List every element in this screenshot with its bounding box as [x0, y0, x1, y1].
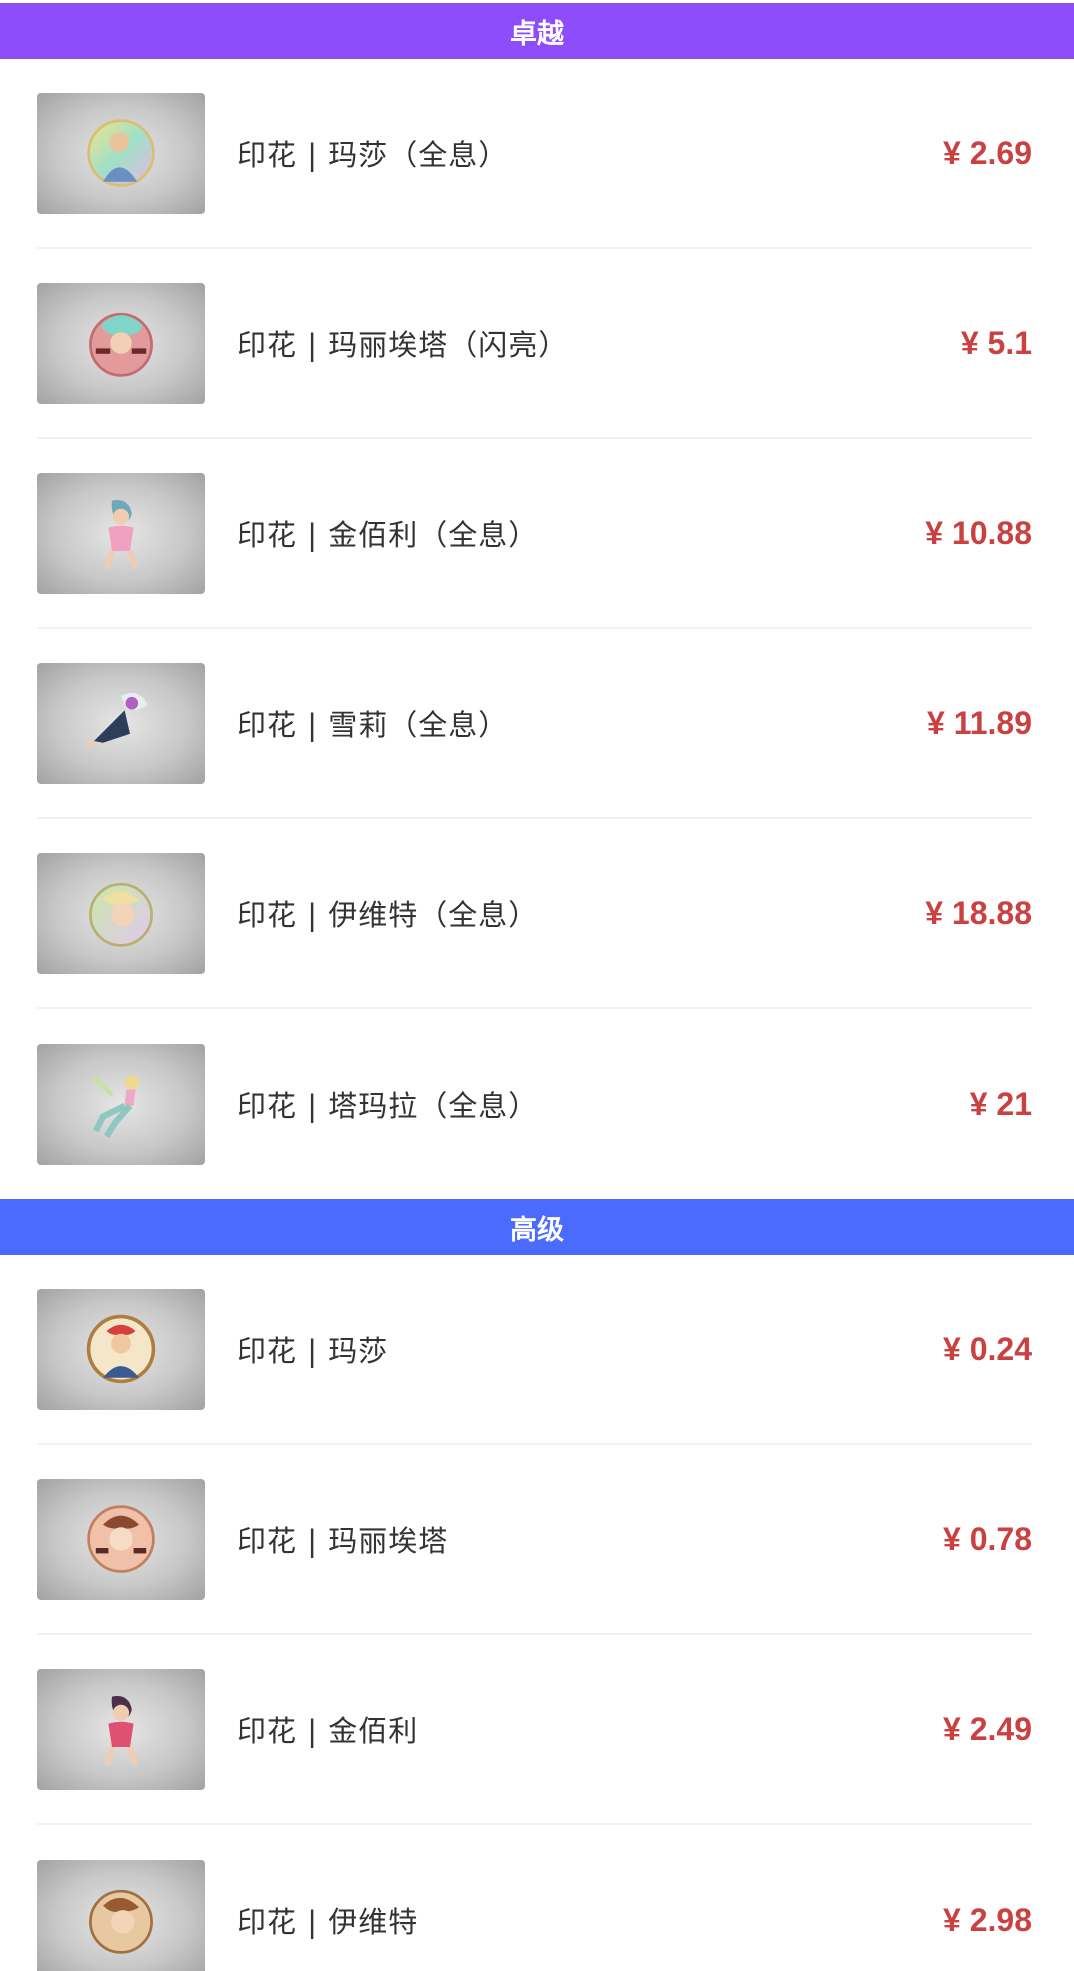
item-name: 印花 | 玛丽埃塔 [237, 1524, 449, 1558]
item-name: 印花 | 金佰利（全息） [237, 518, 539, 552]
section-title: 卓越 [510, 18, 564, 50]
sticker-holo-icon [104, 499, 138, 570]
sticker-price-list: 卓越 印花 | 玛莎（全息） ¥ 2.69 印花 | 玛丽埃塔（闪亮） ¥ 5.… [0, 0, 1074, 1971]
sticker-thumbnail [37, 92, 205, 214]
list-item[interactable]: 印花 | 玛莎（全息） ¥ 2.69 [37, 59, 1032, 249]
item-price: ¥ 18.88 [925, 894, 1032, 931]
section-list-exceptional: 印花 | 玛莎（全息） ¥ 2.69 印花 | 玛丽埃塔（闪亮） ¥ 5.1 印… [0, 59, 1074, 1199]
item-name: 印花 | 伊维特（全息） [237, 898, 539, 932]
sticker-thumbnail [37, 282, 205, 404]
sticker-icon [89, 1889, 153, 1954]
item-price: ¥ 21 [969, 1085, 1032, 1122]
item-name: 印花 | 伊维特 [237, 1905, 419, 1939]
item-name: 印花 | 玛丽埃塔（闪亮） [237, 328, 569, 362]
item-price: ¥ 2.49 [943, 1710, 1032, 1747]
section-list-high-grade: 印花 | 玛莎 ¥ 0.24 印花 | 玛丽埃塔 ¥ 0.78 印花 | 金佰利… [0, 1255, 1074, 1971]
item-price: ¥ 10.88 [925, 514, 1032, 551]
sticker-thumbnail [37, 472, 205, 594]
item-price: ¥ 11.89 [927, 704, 1032, 741]
list-item[interactable]: 印花 | 玛莎 ¥ 0.24 [37, 1255, 1032, 1445]
sticker-thumbnail [37, 1288, 205, 1410]
item-name: 印花 | 金佰利 [237, 1714, 419, 1748]
sticker-holo-icon [89, 882, 153, 947]
sticker-holo-icon [87, 119, 155, 187]
sticker-thumbnail [37, 1859, 205, 1971]
item-price: ¥ 0.24 [943, 1330, 1032, 1367]
item-name: 印花 | 塔玛拉（全息） [237, 1089, 539, 1123]
item-price: ¥ 2.98 [943, 1901, 1032, 1938]
section-header-exceptional: 卓越 [0, 3, 1074, 59]
item-price: ¥ 2.69 [943, 134, 1032, 171]
sticker-thumbnail [37, 1668, 205, 1790]
sticker-thumbnail [37, 1478, 205, 1600]
sticker-icon [87, 1505, 155, 1573]
sticker-holo-icon [92, 1075, 139, 1139]
list-item[interactable]: 印花 | 玛丽埃塔 ¥ 0.78 [37, 1445, 1032, 1635]
sticker-icon [86, 1314, 156, 1384]
list-item[interactable]: 印花 | 塔玛拉（全息） ¥ 21 [37, 1009, 1032, 1199]
list-item[interactable]: 印花 | 玛丽埃塔（闪亮） ¥ 5.1 [37, 249, 1032, 439]
sticker-holo-icon [85, 693, 148, 747]
list-item[interactable]: 印花 | 金佰利 ¥ 2.49 [37, 1635, 1032, 1825]
list-item[interactable]: 印花 | 伊维特 ¥ 2.98 [37, 1825, 1032, 1971]
list-item[interactable]: 印花 | 伊维特（全息） ¥ 18.88 [37, 819, 1032, 1009]
list-item[interactable]: 印花 | 雪莉（全息） ¥ 11.89 [37, 629, 1032, 819]
sticker-thumbnail [37, 662, 205, 784]
item-price: ¥ 5.1 [960, 324, 1032, 361]
sticker-icon [104, 1695, 138, 1766]
list-item[interactable]: 印花 | 金佰利（全息） ¥ 10.88 [37, 439, 1032, 629]
sticker-thumbnail [37, 1043, 205, 1165]
item-name: 印花 | 玛莎（全息） [237, 138, 509, 172]
sticker-thumbnail [37, 852, 205, 974]
item-name: 印花 | 玛莎 [237, 1334, 389, 1368]
section-header-high-grade: 高级 [0, 1199, 1074, 1255]
item-price: ¥ 0.78 [943, 1520, 1032, 1557]
item-name: 印花 | 雪莉（全息） [237, 708, 509, 742]
section-title: 高级 [510, 1214, 564, 1246]
sticker-foil-icon [89, 312, 153, 377]
